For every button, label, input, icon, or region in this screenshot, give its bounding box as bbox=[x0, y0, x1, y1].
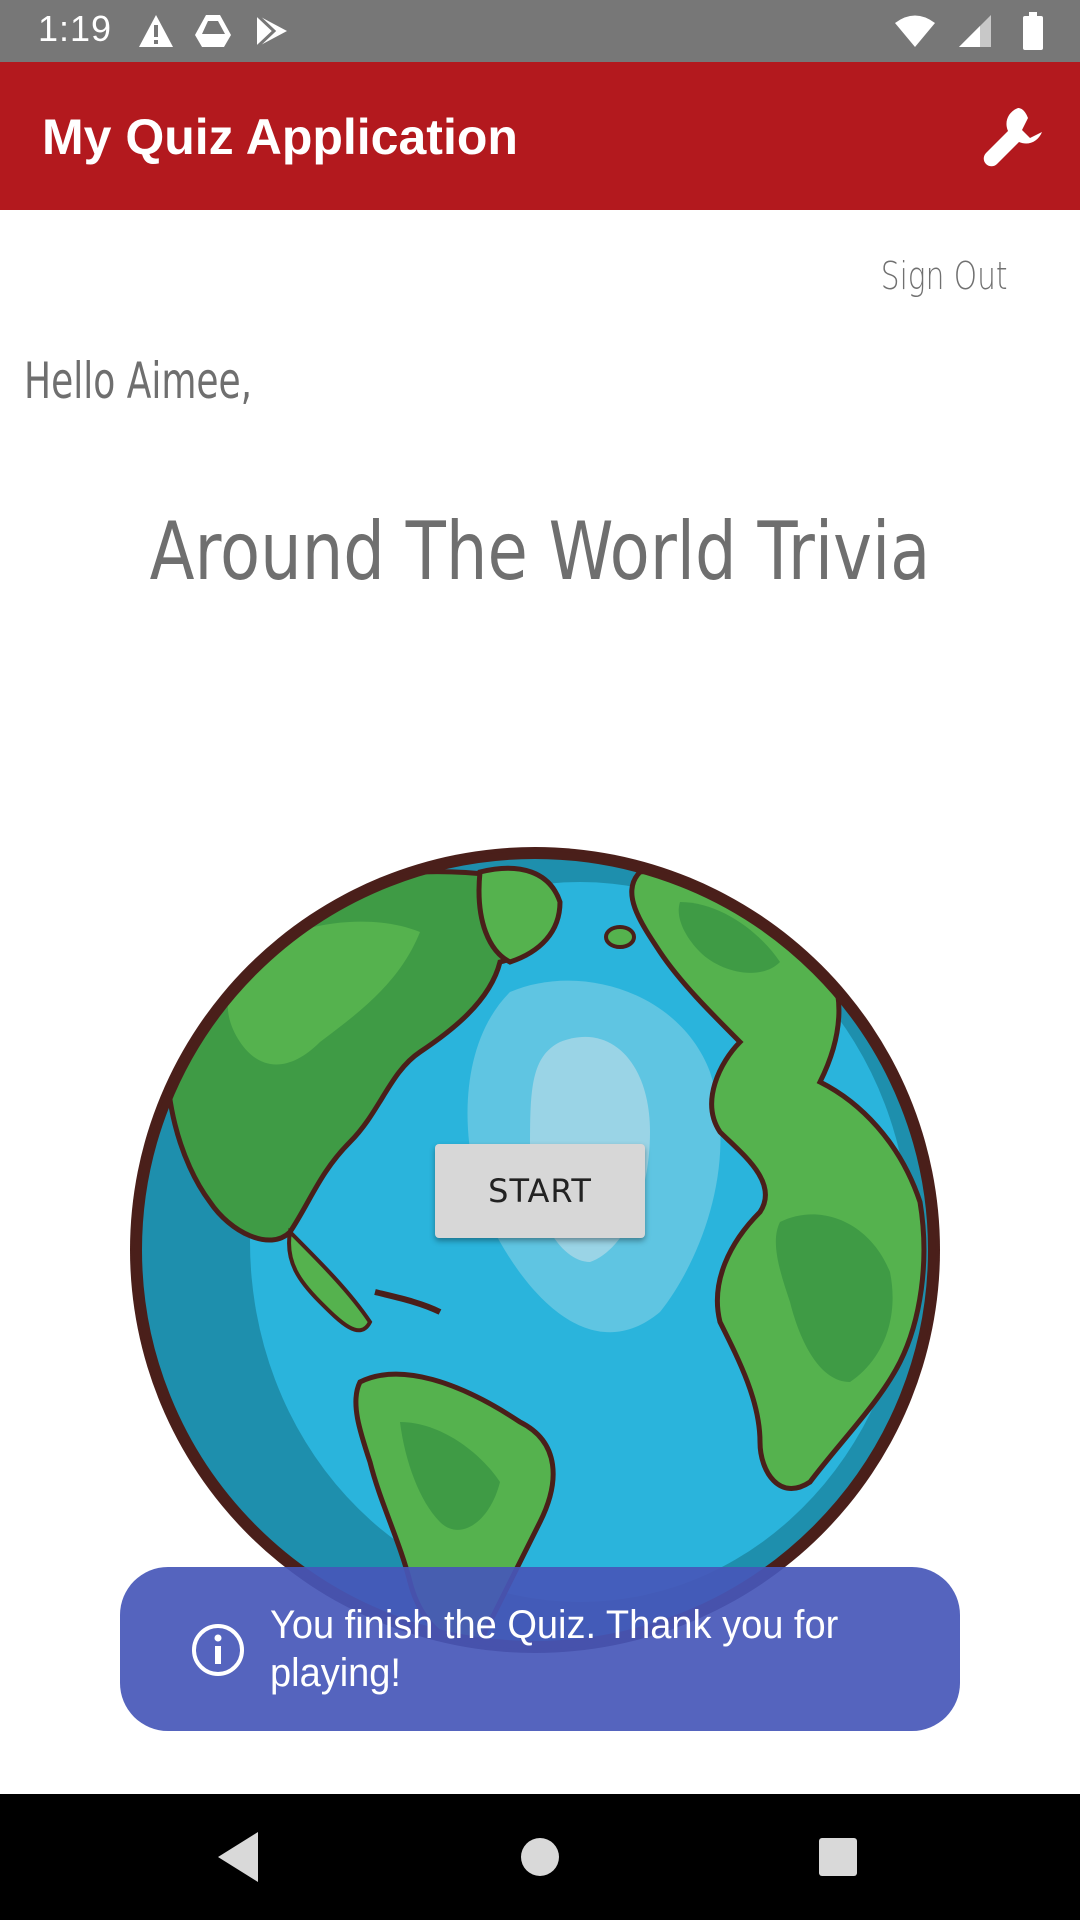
play-store-icon bbox=[255, 14, 287, 48]
home-icon bbox=[521, 1838, 559, 1876]
info-icon bbox=[192, 1624, 244, 1676]
wifi-icon bbox=[895, 15, 935, 47]
greeting-text: Hello Aimee, bbox=[24, 352, 253, 410]
recents-button[interactable] bbox=[805, 1824, 871, 1890]
back-icon bbox=[218, 1832, 258, 1882]
drive-icon bbox=[195, 15, 231, 47]
settings-button[interactable] bbox=[978, 100, 1050, 172]
warning-icon bbox=[139, 15, 173, 47]
app-title: My Quiz Application bbox=[42, 109, 518, 165]
navigation-bar bbox=[0, 1794, 1080, 1920]
cell-signal-icon bbox=[959, 15, 991, 47]
screen: 1:19 My Quiz Application Sign Out Hello … bbox=[0, 0, 1080, 1920]
recents-icon bbox=[819, 1838, 857, 1876]
quiz-title: Around The World Trivia bbox=[149, 505, 931, 598]
sign-out-link[interactable]: Sign Out bbox=[881, 254, 1008, 298]
battery-icon bbox=[1023, 12, 1043, 50]
toast-message: You finish the Quiz. Thank you for playi… bbox=[120, 1567, 960, 1731]
status-time: 1:19 bbox=[38, 8, 113, 49]
back-button[interactable] bbox=[206, 1824, 272, 1890]
wrench-icon bbox=[983, 108, 1042, 167]
app-bar: My Quiz Application bbox=[0, 62, 1080, 210]
home-button[interactable] bbox=[507, 1824, 573, 1890]
start-button[interactable]: START bbox=[435, 1144, 645, 1238]
toast-text: You finish the Quiz. Thank you for playi… bbox=[270, 1603, 839, 1695]
globe-illustration bbox=[130, 847, 940, 1653]
status-bar: 1:19 bbox=[0, 0, 1080, 62]
